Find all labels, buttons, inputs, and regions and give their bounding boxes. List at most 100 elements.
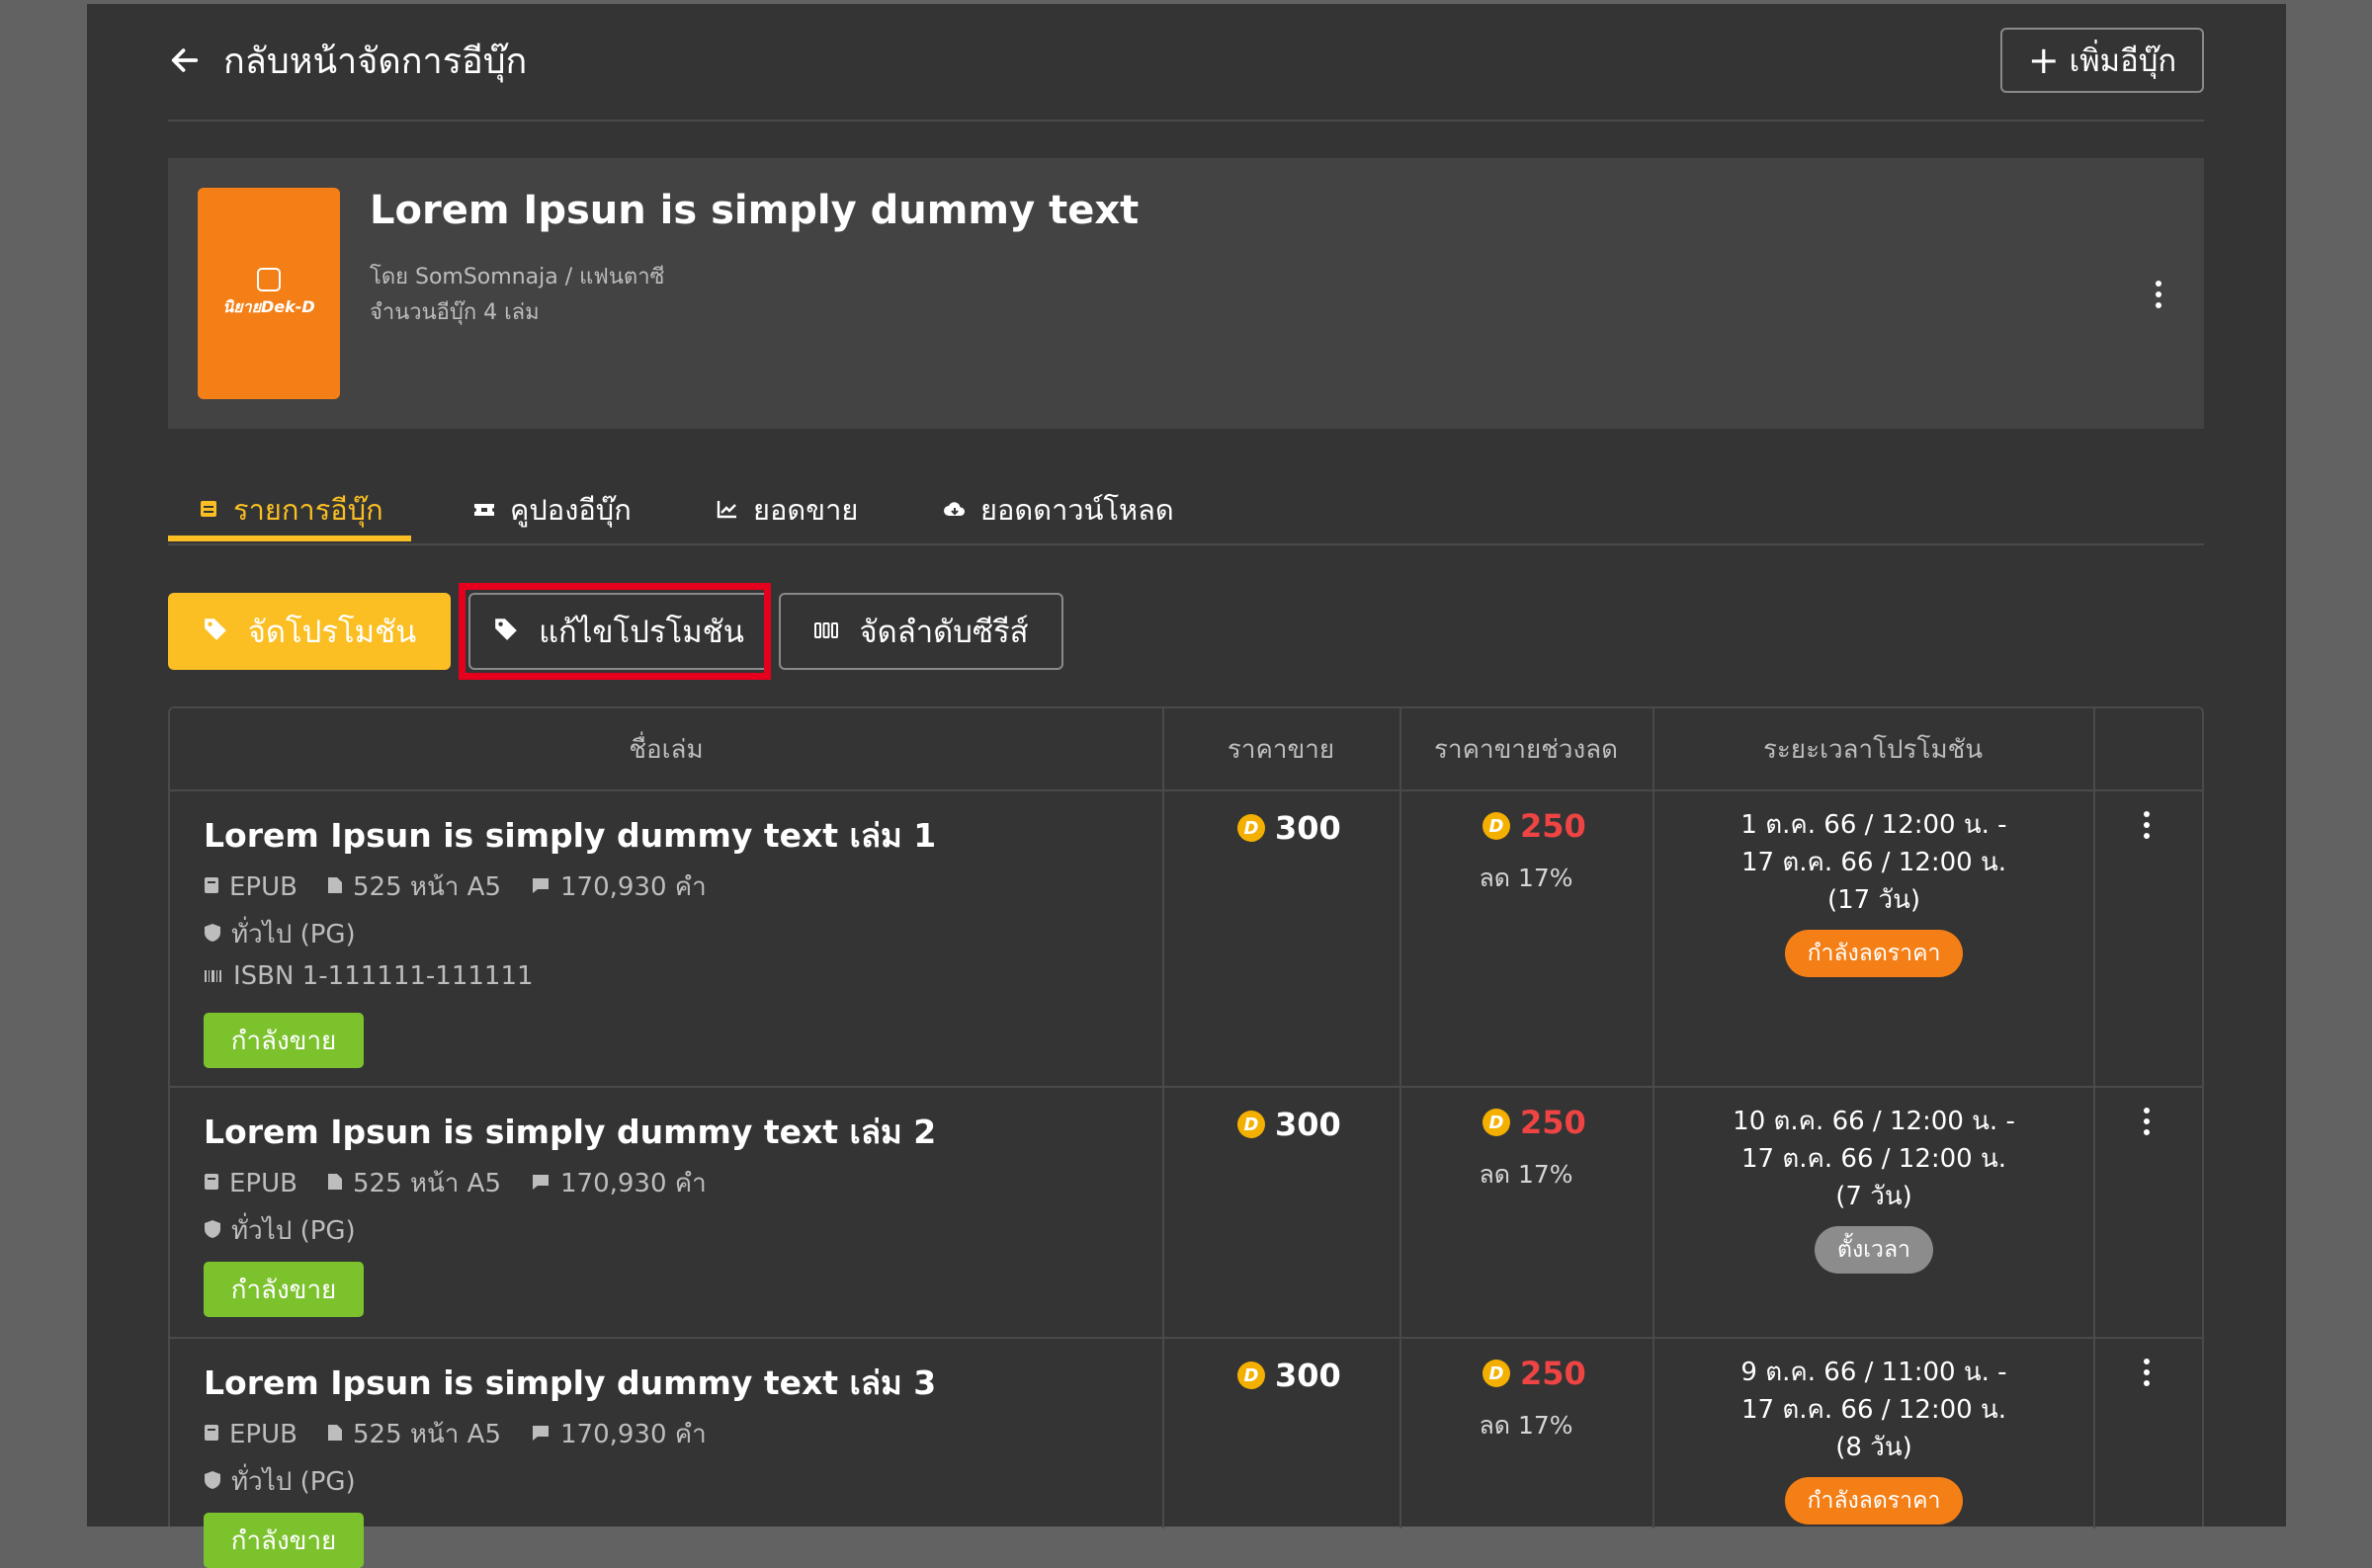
- row-format: EPUB: [229, 1419, 297, 1449]
- sale-price: D 250: [1482, 1355, 1586, 1392]
- row-divider: [170, 1337, 2202, 1339]
- col-header-price: ราคาขาย: [1227, 734, 1335, 765]
- promo-period: 9 ต.ค. 66 / 11:00 น. - 17 ต.ค. 66 / 12:0…: [1654, 1354, 2093, 1466]
- book-icon: [204, 872, 219, 902]
- price-value: 300: [1275, 1106, 1341, 1143]
- period-start: 1 ต.ค. 66 / 12:00 น. -: [1740, 810, 2007, 840]
- row-title: Lorem Ipsun is simply dummy text เล่ม 1: [204, 816, 937, 855]
- period-days: (7 วัน): [1835, 1182, 1912, 1211]
- shield-icon: [204, 1467, 221, 1497]
- edit-promotion-button[interactable]: แก้ไขโปรโมชัน: [468, 593, 769, 670]
- price: D 300: [1237, 1357, 1341, 1394]
- book-icon: [204, 1420, 219, 1449]
- barcode-icon: [204, 961, 223, 991]
- row-words: 170,930 คำ: [559, 872, 707, 902]
- period-end: 17 ต.ค. 66 / 12:00 น.: [1740, 1395, 2007, 1425]
- page-icon: [327, 872, 343, 902]
- row-divider: [170, 1086, 2202, 1088]
- price: D 300: [1237, 809, 1341, 847]
- create-promotion-button[interactable]: จัดโปรโมชัน: [168, 593, 451, 670]
- col-header-title: ชื่อเล่ม: [629, 734, 704, 765]
- ebook-list-icon: [198, 493, 219, 527]
- tab-coupons[interactable]: คูปองอีบุ๊ก: [472, 478, 632, 541]
- book-summary-card: นิยายDek-D Lorem Ipsun is simply dummy t…: [168, 158, 2204, 429]
- period-days: (8 วัน): [1835, 1433, 1912, 1462]
- sales-chart-icon: [716, 493, 739, 527]
- ebook-table: ชื่อเล่ม ราคาขาย ราคาขายช่วงลด ระยะเวลาโ…: [168, 706, 2204, 1568]
- shield-icon: [204, 1216, 221, 1246]
- coin-icon: D: [1237, 814, 1265, 842]
- row-words: 170,930 คำ: [559, 1169, 707, 1198]
- plus-icon: +: [2027, 39, 2060, 82]
- book-cover: นิยายDek-D: [198, 188, 340, 399]
- header: กลับหน้าจัดการอีบุ๊ก + เพิ่มอีบุ๊ก: [168, 26, 2204, 119]
- promo-period: 1 ต.ค. 66 / 12:00 น. - 17 ต.ค. 66 / 12:0…: [1654, 806, 2093, 919]
- col-header-period: ระยะเวลาโปรโมชัน: [1762, 734, 1984, 765]
- create-promotion-label: จัดโปรโมชัน: [247, 615, 417, 650]
- tab-sales-label: ยอดขาย: [753, 493, 859, 527]
- period-days: (17 วัน): [1826, 885, 1920, 915]
- row-more-menu-icon[interactable]: [2143, 1359, 2151, 1386]
- col-divider: [1162, 708, 1164, 1528]
- coin-icon: D: [1482, 1109, 1510, 1136]
- tag-icon: [203, 614, 228, 649]
- back-label: กลับหน้าจัดการอีบุ๊ก: [223, 41, 528, 82]
- status-badge: กำลังขาย: [204, 1013, 364, 1068]
- add-ebook-button[interactable]: + เพิ่มอีบุ๊ก: [2000, 28, 2204, 93]
- period-end: 17 ต.ค. 66 / 12:00 น.: [1740, 1144, 2007, 1174]
- discount-label: ลด 17%: [1479, 864, 1573, 892]
- cover-brand: นิยายDek-D: [222, 296, 315, 316]
- arrow-left-icon: [171, 48, 199, 72]
- book-more-menu-icon[interactable]: [2155, 281, 2162, 308]
- row-isbn-label: ISBN 1-111111-111111: [233, 961, 534, 991]
- tab-downloads[interactable]: ยอดดาวน์โหลด: [943, 478, 1174, 541]
- cloud-download-icon: [943, 493, 967, 527]
- row-rating: ทั่วไป (PG): [204, 1461, 356, 1502]
- sale-price: D 250: [1482, 807, 1586, 845]
- comment-icon: [531, 872, 551, 902]
- row-meta: EPUB 525 หน้า A5 170,930 คำ: [204, 1163, 707, 1203]
- sale-price: D 250: [1482, 1104, 1586, 1141]
- status-badge: กำลังขาย: [204, 1262, 364, 1317]
- row-more-menu-icon[interactable]: [2143, 811, 2151, 839]
- dekd-logo-icon: [257, 267, 281, 291]
- row-format: EPUB: [229, 871, 297, 902]
- coin-icon: D: [1482, 812, 1510, 840]
- sale-price-value: 250: [1520, 1104, 1586, 1141]
- add-ebook-label: เพิ่มอีบุ๊ก: [2069, 43, 2177, 79]
- book-icon: [204, 1169, 219, 1198]
- row-rating-label: ทั่วไป (PG): [231, 920, 356, 949]
- discount-label: ลด 17%: [1479, 1411, 1573, 1440]
- back-link[interactable]: กลับหน้าจัดการอีบุ๊ก: [168, 36, 527, 85]
- header-divider: [168, 120, 2204, 122]
- tag-icon: [493, 614, 519, 649]
- promo-status-badge: ตั้งเวลา: [1815, 1226, 1933, 1274]
- tab-sales[interactable]: ยอดขาย: [716, 478, 858, 541]
- row-rating-label: ทั่วไป (PG): [231, 1467, 356, 1497]
- row-more-menu-icon[interactable]: [2143, 1108, 2151, 1135]
- shield-icon: [204, 920, 221, 949]
- row-format: EPUB: [229, 1168, 297, 1198]
- tab-ebook-list[interactable]: รายการอีบุ๊ก: [198, 478, 383, 541]
- price-value: 300: [1275, 1357, 1341, 1394]
- sale-price-value: 250: [1520, 1355, 1586, 1392]
- row-pages: 525 หน้า A5: [352, 1420, 501, 1449]
- period-start: 9 ต.ค. 66 / 11:00 น. -: [1740, 1358, 2007, 1387]
- col-divider: [2093, 708, 2095, 1528]
- coin-icon: D: [1237, 1362, 1265, 1389]
- series-order-button[interactable]: จัดลำดับซีรีส์: [779, 593, 1063, 670]
- row-pages: 525 หน้า A5: [352, 872, 501, 902]
- price-value: 300: [1275, 809, 1341, 847]
- row-rating: ทั่วไป (PG): [204, 914, 356, 954]
- row-meta: EPUB 525 หน้า A5 170,930 คำ: [204, 1414, 707, 1454]
- status-badge: กำลังขาย: [204, 1513, 364, 1568]
- sale-price-value: 250: [1520, 807, 1586, 845]
- tab-ebook-list-label: รายการอีบุ๊ก: [233, 493, 383, 527]
- coin-icon: D: [1237, 1111, 1265, 1138]
- page-icon: [327, 1420, 343, 1449]
- period-start: 10 ต.ค. 66 / 12:00 น. -: [1733, 1107, 2015, 1136]
- row-rating-label: ทั่วไป (PG): [231, 1216, 356, 1246]
- series-order-label: จัดลำดับซีรีส์: [859, 615, 1029, 650]
- edit-promotion-label: แก้ไขโปรโมชัน: [539, 615, 744, 650]
- series-columns-icon: [813, 614, 839, 649]
